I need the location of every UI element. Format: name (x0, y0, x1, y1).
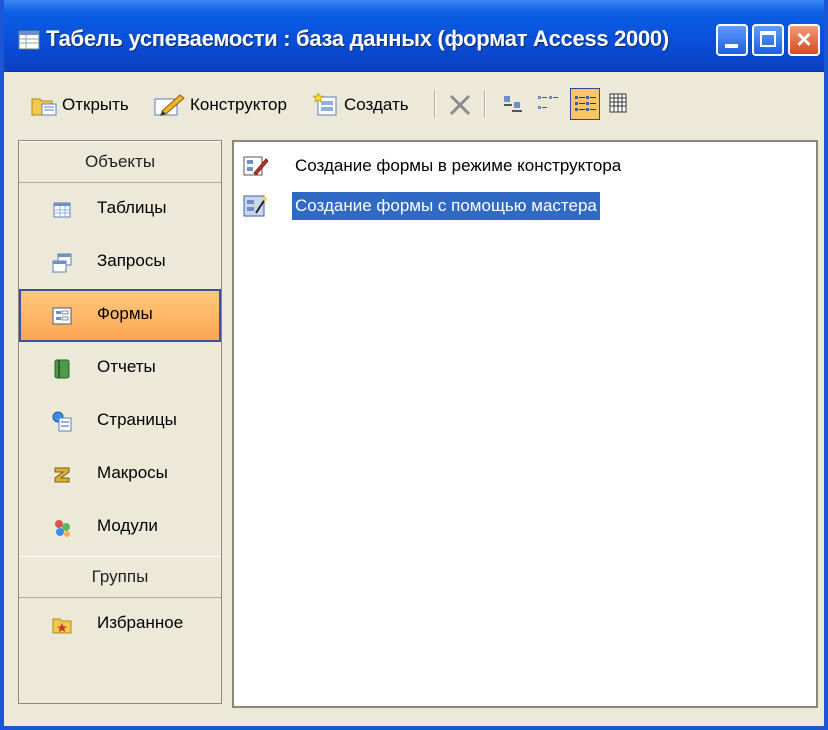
create-label: Создать (344, 95, 409, 114)
window-title: Табель успеваемости : база данных (форма… (46, 26, 669, 51)
wizard-form-icon (243, 195, 267, 217)
maximize-icon (760, 31, 776, 47)
delete-button[interactable] (448, 92, 476, 118)
maximize-button[interactable] (752, 24, 784, 56)
form-icon (52, 307, 72, 325)
delete-icon (449, 94, 471, 116)
large-icons-icon (504, 96, 522, 112)
sidebar-item-forms[interactable]: Формы (19, 289, 221, 342)
open-button[interactable]: Открыть (30, 92, 129, 118)
create-button[interactable]: Создать (312, 92, 409, 118)
toolbar: Открыть Конструктор Создать (4, 72, 824, 130)
sidebar-item-pages[interactable]: Страницы (19, 395, 221, 448)
sidebar-item-favorites[interactable]: Избранное (19, 598, 221, 651)
sidebar-item-label: Отчеты (97, 357, 156, 376)
object-list: Создание формы в режиме конструктора Соз… (232, 140, 818, 708)
list-item-wizard-form[interactable]: Создание формы с помощью мастера (242, 190, 600, 222)
close-button[interactable]: × (788, 24, 820, 56)
macro-icon (54, 467, 70, 483)
open-label: Открыть (62, 95, 129, 114)
sidebar-item-queries[interactable]: Запросы (19, 236, 221, 289)
design-form-icon (243, 156, 268, 176)
minimize-icon (725, 44, 738, 48)
groups-header[interactable]: Группы (19, 556, 221, 598)
database-app-icon (18, 30, 40, 50)
query-icon (52, 253, 72, 273)
list-view-icon (575, 96, 596, 111)
favorites-icon (52, 618, 72, 634)
large-icons-view-button[interactable] (498, 88, 528, 120)
sidebar-item-macros[interactable]: Макросы (19, 448, 221, 501)
minimize-button[interactable] (716, 24, 748, 56)
sidebar-item-label: Макросы (97, 463, 168, 482)
small-icons-icon (538, 96, 558, 109)
objects-header[interactable]: Объекты (19, 141, 221, 183)
toolbar-separator (434, 90, 436, 118)
toolbar-separator (484, 90, 486, 118)
sidebar-item-label: Формы (97, 304, 153, 323)
report-icon (54, 359, 70, 379)
open-icon (31, 98, 57, 116)
create-icon (312, 93, 337, 116)
list-item-label: Создание формы с помощью мастера (292, 192, 600, 220)
sidebar-item-tables[interactable]: Таблицы (19, 183, 221, 236)
list-item-label: Создание формы в режиме конструктора (295, 156, 622, 175)
details-view-button[interactable] (604, 88, 634, 120)
module-icon (55, 520, 70, 537)
sidebar-item-reports[interactable]: Отчеты (19, 342, 221, 395)
design-icon (154, 94, 185, 116)
sidebar-item-label: Таблицы (97, 198, 167, 217)
small-icons-view-button[interactable] (534, 88, 564, 120)
sidebar-item-label: Модули (97, 516, 158, 535)
design-button[interactable]: Конструктор (154, 92, 287, 118)
database-window: Табель успеваемости : база данных (форма… (0, 0, 828, 730)
sidebar-item-label: Избранное (97, 613, 184, 632)
page-icon (52, 411, 72, 432)
sidebar-item-modules[interactable]: Модули (19, 501, 221, 554)
objects-sidebar: Объекты Таблицы Запросы Формы Отчеты Стр… (18, 140, 222, 704)
sidebar-item-label: Страницы (97, 410, 177, 429)
close-icon: × (796, 24, 812, 54)
title-bar[interactable]: Табель успеваемости : база данных (форма… (4, 0, 824, 72)
list-item-design-form[interactable]: Создание формы в режиме конструктора (242, 150, 624, 182)
table-icon (53, 202, 71, 218)
list-view-button[interactable] (570, 88, 600, 120)
sidebar-item-label: Запросы (97, 251, 166, 270)
details-view-icon (609, 93, 627, 113)
design-label: Конструктор (190, 95, 287, 114)
